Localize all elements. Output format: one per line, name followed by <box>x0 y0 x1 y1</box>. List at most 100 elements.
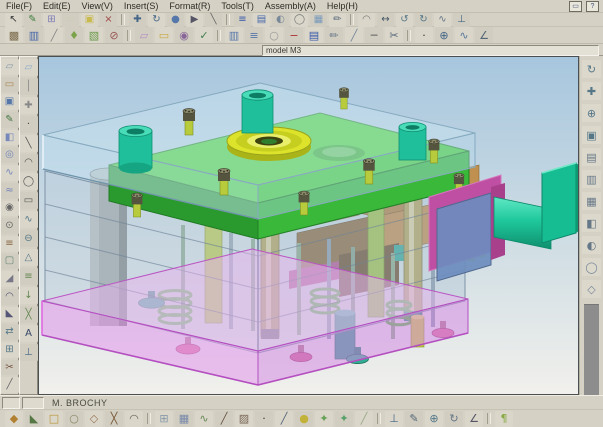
menu-edit[interactable]: Edit(E) <box>43 1 71 11</box>
folder-icon[interactable]: ▭ <box>155 27 173 43</box>
circle-icon[interactable]: ◯ <box>291 13 308 27</box>
snap-center-icon[interactable]: ○ <box>65 411 83 427</box>
slash-icon[interactable]: ╱ <box>45 27 63 43</box>
menu-help[interactable]: Help(H) <box>327 1 358 11</box>
ellipse-tool-icon[interactable]: ⊖ <box>20 230 38 247</box>
edge-snap-icon[interactable]: ╱ <box>215 411 233 427</box>
book-blue-icon[interactable]: ▤ <box>305 27 323 43</box>
pattern-icon[interactable]: ⊞ <box>1 342 19 358</box>
delete-icon[interactable]: × <box>100 13 117 27</box>
save-icon[interactable]: ▣ <box>1 94 19 110</box>
panel-icon[interactable]: ▦ <box>310 13 327 27</box>
face-snap-icon[interactable]: ▨ <box>235 411 253 427</box>
point-icon[interactable]: · <box>415 27 433 43</box>
snap-end-icon[interactable]: ◣ <box>25 411 43 427</box>
book-icon[interactable]: ▥ <box>225 27 243 43</box>
front-view-icon[interactable]: ▤ <box>582 148 601 166</box>
rotate-icon[interactable]: ↻ <box>148 13 165 27</box>
snap-tangent-icon[interactable]: ◠ <box>125 411 143 427</box>
stack-icon[interactable]: ≡ <box>245 27 263 43</box>
note-b-icon[interactable]: ¶ <box>495 411 513 427</box>
dimension-icon[interactable]: ↔ <box>377 13 394 27</box>
split-icon[interactable]: ╱ <box>1 377 19 393</box>
prompt-field[interactable]: model M3 <box>262 45 599 56</box>
datum-axis-icon[interactable]: │ <box>20 78 38 95</box>
trim-icon[interactable]: ✂ <box>1 360 19 376</box>
swatch-blank-icon[interactable]: ▭ <box>62 13 79 27</box>
revolve-icon[interactable]: ◎ <box>1 147 19 163</box>
view-list-icon[interactable]: ≡ <box>234 13 251 27</box>
window-restore-icon[interactable]: ▭ <box>569 1 582 12</box>
line-2-icon[interactable]: ─ <box>365 27 383 43</box>
point-tool-icon[interactable]: · <box>20 116 38 133</box>
vertex-snap-icon[interactable]: · <box>255 411 273 427</box>
sketch-icon[interactable]: ✎ <box>24 13 41 27</box>
datum-plane-icon[interactable]: ⊞ <box>43 13 60 27</box>
top-view-icon[interactable]: ▥ <box>582 170 601 188</box>
curve-snap-icon[interactable]: ∿ <box>195 411 213 427</box>
arc-tool-icon[interactable]: ◠ <box>20 154 38 171</box>
datum-plane-b-icon[interactable]: ▱ <box>20 59 38 76</box>
dot-green-icon[interactable]: ✦ <box>315 411 333 427</box>
menu-view[interactable]: View(V) <box>82 1 113 11</box>
fit-view-icon[interactable]: ▣ <box>582 126 601 144</box>
workplane-icon[interactable]: ▦ <box>175 411 193 427</box>
rib-icon[interactable]: ≡ <box>1 236 19 252</box>
scissors-icon[interactable]: ✂ <box>385 27 403 43</box>
notebook-icon[interactable]: ▱ <box>135 27 153 43</box>
pointer-icon[interactable]: ↖ <box>5 13 22 27</box>
menu-tools[interactable]: Tools(T) <box>221 1 254 11</box>
measure-tool-icon[interactable]: ⊥ <box>20 344 38 361</box>
wcs-icon[interactable]: ⊕ <box>425 411 443 427</box>
ball-icon[interactable]: ○ <box>265 27 283 43</box>
slash-2-icon[interactable]: ╱ <box>345 27 363 43</box>
perspective-view-icon[interactable]: ◇ <box>582 280 601 298</box>
select-arrow-icon[interactable]: ▶ <box>186 13 203 27</box>
address-book-icon[interactable]: ▥ <box>25 27 43 43</box>
arc-icon[interactable]: ◠ <box>358 13 375 27</box>
help-icon[interactable]: ? <box>586 1 599 12</box>
angle-b-icon[interactable]: ∠ <box>465 411 483 427</box>
project-curve-icon[interactable]: ↓ <box>20 287 38 304</box>
snap-point-icon[interactable]: ◆ <box>5 411 23 427</box>
line-icon[interactable]: ╲ <box>205 13 222 27</box>
circle-tool-icon[interactable]: ◯ <box>20 173 38 190</box>
no-entry-icon[interactable]: ⊘ <box>105 27 123 43</box>
snap-quadrant-icon[interactable]: ◇ <box>85 411 103 427</box>
undo-icon[interactable]: ↺ <box>396 13 413 27</box>
ortho-icon[interactable]: ⊥ <box>385 411 403 427</box>
line-tool-icon[interactable]: ╲ <box>20 135 38 152</box>
swatch-fill-icon[interactable]: ▣ <box>81 13 98 27</box>
menu-format[interactable]: Format(R) <box>169 1 210 11</box>
rotate-view-icon[interactable]: ↻ <box>582 60 601 78</box>
datum-csys-icon[interactable]: ✚ <box>20 97 38 114</box>
user-icon[interactable]: ◉ <box>175 27 193 43</box>
sphere-icon[interactable]: ● <box>167 13 184 27</box>
angle-icon[interactable]: ∠ <box>475 27 493 43</box>
check-icon[interactable]: ✓ <box>195 27 213 43</box>
leaf-icon[interactable]: ♦ <box>65 27 83 43</box>
zoom-view-icon[interactable]: ⊕ <box>582 104 601 122</box>
polygon-tool-icon[interactable]: △ <box>20 249 38 266</box>
wireframe-view-icon[interactable]: ◯ <box>582 258 601 276</box>
shaded-view-icon[interactable]: ◐ <box>582 236 601 254</box>
boss-icon[interactable]: ⊙ <box>1 218 19 234</box>
pen-icon[interactable]: ✏ <box>325 27 343 43</box>
curve-icon[interactable]: ∿ <box>434 13 451 27</box>
hole-icon[interactable]: ◉ <box>1 201 19 217</box>
sketch-b-icon[interactable]: ✎ <box>405 411 423 427</box>
menu-assembly[interactable]: Assembly(A) <box>265 1 316 11</box>
pan-view-icon[interactable]: ✚ <box>582 82 601 100</box>
open-icon[interactable]: ▭ <box>1 77 19 93</box>
rectangle-tool-icon[interactable]: ▭ <box>20 192 38 209</box>
snap-mid-icon[interactable]: □ <box>45 411 63 427</box>
pencil-b-icon[interactable]: ╱ <box>275 411 293 427</box>
intersect-curve-icon[interactable]: ╳ <box>20 306 38 323</box>
measure-icon[interactable]: ⊥ <box>453 13 470 27</box>
shell-icon[interactable]: ▢ <box>1 254 19 270</box>
graphics-viewport[interactable] <box>38 56 579 395</box>
mirror-icon[interactable]: ⇄ <box>1 324 19 340</box>
chamfer-icon[interactable]: ◣ <box>1 307 19 323</box>
draft-icon[interactable]: ◢ <box>1 271 19 287</box>
wave-icon[interactable]: ∿ <box>455 27 473 43</box>
